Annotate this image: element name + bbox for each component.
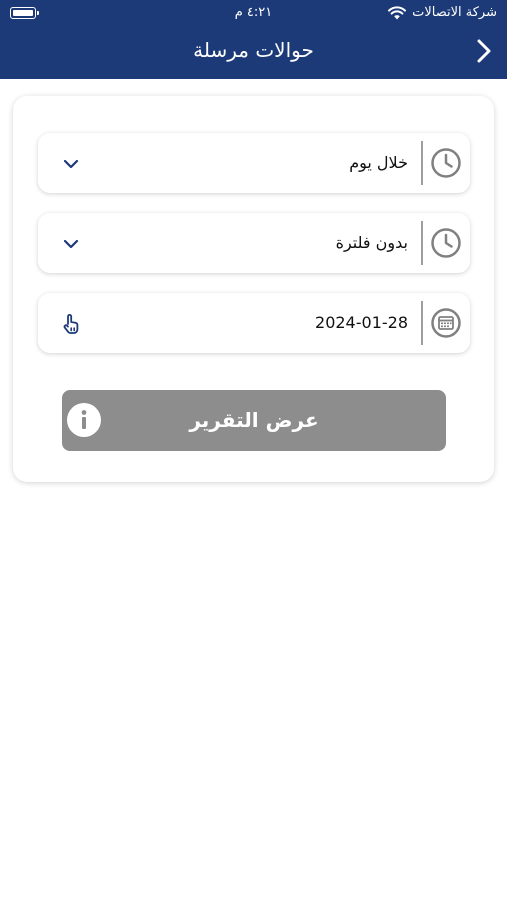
- battery-icon: [10, 7, 39, 19]
- back-button[interactable]: [471, 36, 497, 66]
- status-time: ٤:٢١ م: [234, 5, 273, 20]
- chevron-right-icon: [477, 39, 491, 63]
- row-divider: [421, 221, 423, 265]
- tap-hand-icon: [63, 314, 79, 334]
- page-title: حوالات مرسلة: [193, 38, 314, 62]
- status-bar: شركة الاتصالات ٤:٢١ م: [0, 0, 507, 28]
- range-value: بدون فلترة: [335, 233, 408, 252]
- date-value: 2024-01-28: [315, 313, 408, 332]
- date-picker[interactable]: 2024-01-28: [38, 293, 470, 353]
- calendar-icon: [431, 308, 461, 338]
- info-icon: [67, 403, 101, 437]
- chevron-down-icon: [63, 239, 79, 249]
- clock-icon: [431, 228, 461, 258]
- screen: شركة الاتصالات ٤:٢١ م حوالات مرسلة خلال …: [0, 0, 507, 900]
- row-divider: [421, 141, 423, 185]
- show-report-button[interactable]: عرض التقرير: [62, 390, 446, 451]
- show-report-label: عرض التقرير: [189, 408, 319, 432]
- chevron-down-icon: [63, 159, 79, 169]
- range-dropdown[interactable]: بدون فلترة: [38, 213, 470, 273]
- period-dropdown[interactable]: خلال يوم: [38, 133, 470, 193]
- row-divider: [421, 301, 423, 345]
- clock-icon: [431, 148, 461, 178]
- period-value: خلال يوم: [349, 153, 408, 172]
- top-bar: شركة الاتصالات ٤:٢١ م حوالات مرسلة: [0, 0, 507, 79]
- filter-card: خلال يوم بدون فلترة 2024-01-28 عرض التقر…: [13, 96, 494, 482]
